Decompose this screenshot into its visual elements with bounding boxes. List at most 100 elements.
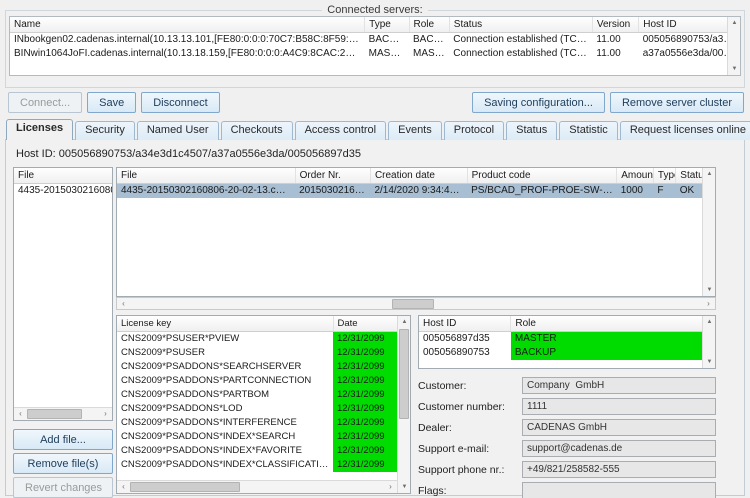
col-product-code[interactable]: Product code: [467, 168, 618, 184]
save-button[interactable]: Save: [87, 92, 137, 113]
license-key-row[interactable]: CNS2009*PSUSER*PVIEW 12/31/2099: [117, 331, 399, 346]
license-key-row[interactable]: CNS2009*PSADDONS*INTERFERENCE 12/31/2099: [117, 415, 399, 430]
scroll-down-icon[interactable]: ▼: [728, 63, 740, 75]
tab[interactable]: Checkouts: [220, 121, 293, 140]
tab[interactable]: Request licenses online: [619, 121, 750, 140]
file-list-item[interactable]: 4435-20150302160806-20-02-13.cnsldb: [14, 184, 112, 198]
saving-configuration-button[interactable]: Saving configuration...: [472, 92, 605, 113]
revert-changes-button[interactable]: Revert changes: [13, 477, 113, 498]
col-host-id[interactable]: Host ID: [419, 316, 512, 332]
scroll-left-icon[interactable]: ‹: [117, 298, 130, 310]
add-file-button[interactable]: Add file...: [13, 429, 113, 450]
license-keys-header-row: License key Date: [117, 316, 400, 332]
scroll-down-icon[interactable]: ▼: [703, 356, 715, 368]
scroll-right-icon[interactable]: ›: [99, 408, 112, 420]
tab[interactable]: Access control: [294, 121, 387, 140]
server-status: Connection established (TCP+UDP): [453, 48, 592, 59]
servers-col-version[interactable]: Version: [592, 17, 640, 33]
detail-row: Support phone nr.:: [418, 461, 716, 478]
host-roles-header-row: Host ID Role: [419, 316, 715, 332]
col-role[interactable]: Role: [510, 316, 715, 332]
license-key-row[interactable]: CNS2009*PSUSER 12/31/2099: [117, 345, 399, 360]
detail-field[interactable]: [522, 377, 716, 394]
host-role-row[interactable]: 005056897d35 MASTER: [419, 331, 715, 346]
scroll-up-icon[interactable]: ▲: [728, 17, 740, 29]
license-key-row[interactable]: CNS2009*PSADDONS*PARTBOM 12/31/2099: [117, 387, 399, 402]
tab[interactable]: Status: [506, 121, 558, 140]
scrollbar-thumb[interactable]: [27, 409, 82, 419]
scroll-right-icon[interactable]: ›: [702, 298, 715, 310]
license-key-row[interactable]: CNS2009*PSADDONS*INDEX*CLASSIFICATION 12…: [117, 457, 399, 472]
servers-col-hostid[interactable]: Host ID: [638, 17, 740, 33]
tab[interactable]: Security: [75, 121, 135, 140]
detail-field[interactable]: [522, 419, 716, 436]
connected-servers-group: Connected servers: Name Type Role Status…: [5, 4, 745, 88]
server-row[interactable]: BINwin1064JoFI.cadenas.internal(10.13.18…: [10, 47, 740, 61]
server-status: Connection established (TCP+UDP): [453, 34, 592, 46]
license-key-row[interactable]: CNS2009*PSADDONS*PARTCONNECTION 12/31/20…: [117, 373, 399, 388]
detail-field[interactable]: [522, 461, 716, 478]
scrollbar-thumb[interactable]: [399, 329, 409, 419]
license-file-row[interactable]: 4435-20150302160806-20-02-13.cnsldb 2015…: [117, 183, 715, 198]
servers-col-type[interactable]: Type: [364, 17, 410, 33]
license-files-vertical-scrollbar[interactable]: ▲ ▼: [702, 168, 715, 296]
license-keys-horizontal-scrollbar[interactable]: ‹ ›: [117, 480, 397, 493]
scroll-up-icon[interactable]: ▲: [703, 316, 715, 328]
col-file[interactable]: File: [117, 168, 296, 184]
col-license-key[interactable]: License key: [117, 316, 334, 332]
connect-button[interactable]: Connect...: [8, 92, 83, 113]
server-name: INbookgen02.cadenas.internal(10.13.13.10…: [14, 34, 365, 46]
servers-col-status[interactable]: Status: [449, 17, 593, 33]
scroll-down-icon[interactable]: ▼: [703, 284, 715, 296]
server-name: BINwin1064JoFI.cadenas.internal(10.13.18…: [14, 48, 365, 59]
scroll-up-icon[interactable]: ▲: [398, 316, 410, 328]
scroll-down-icon[interactable]: ▼: [398, 481, 410, 493]
server-row[interactable]: INbookgen02.cadenas.internal(10.13.13.10…: [10, 33, 740, 47]
server-version: 11.00: [596, 34, 621, 46]
license-key-row[interactable]: CNS2009*PSADDONS*INDEX*SEARCH 12/31/2099: [117, 429, 399, 444]
servers-col-role[interactable]: Role: [409, 17, 450, 33]
servers-vertical-scrollbar[interactable]: ▲ ▼: [727, 17, 740, 75]
license-key-row[interactable]: CNS2009*PSADDONS*LOD 12/31/2099: [117, 401, 399, 416]
cell-license-key: CNS2009*PSADDONS*INDEX*FAVORITE: [121, 445, 302, 456]
remove-file-button[interactable]: Remove file(s): [13, 453, 113, 474]
file-list-horizontal-scrollbar[interactable]: ‹ ›: [14, 407, 112, 420]
license-keys-vertical-scrollbar[interactable]: ▲ ▼: [397, 316, 410, 493]
tab[interactable]: Protocol: [443, 121, 505, 140]
detail-field[interactable]: [522, 398, 716, 415]
scrollbar-thumb[interactable]: [392, 299, 434, 309]
detail-field[interactable]: [522, 440, 716, 457]
license-key-row[interactable]: CNS2009*PSADDONS*INDEX*FAVORITE 12/31/20…: [117, 443, 399, 458]
scroll-left-icon[interactable]: ‹: [117, 481, 130, 493]
license-key-row[interactable]: CNS2009*PSADDONS*SEARCHSERVER 12/31/2099: [117, 359, 399, 374]
col-date[interactable]: Date: [333, 316, 400, 332]
servers-col-name[interactable]: Name: [10, 17, 366, 33]
scroll-right-icon[interactable]: ›: [384, 481, 397, 493]
cell-license-key: CNS2009*PSADDONS*SEARCHSERVER: [121, 361, 302, 372]
tab[interactable]: Licenses: [6, 119, 74, 140]
disconnect-button[interactable]: Disconnect: [141, 92, 220, 113]
col-creation-date[interactable]: Creation date: [370, 168, 468, 184]
col-amount[interactable]: Amount: [616, 168, 654, 184]
file-list-col-file[interactable]: File: [14, 168, 112, 184]
remove-server-cluster-button[interactable]: Remove server cluster: [609, 92, 744, 113]
cell-license-key: CNS2009*PSUSER: [121, 347, 205, 358]
cell-order-nr: 20150302160806: [295, 183, 371, 198]
col-type[interactable]: Type: [653, 168, 677, 184]
detail-field[interactable]: [522, 482, 716, 498]
host-role-row[interactable]: 005056890753 BACKUP: [419, 345, 715, 360]
scroll-left-icon[interactable]: ‹: [14, 408, 27, 420]
cell-amount: 1000: [616, 183, 654, 198]
detail-row: Support e-mail:: [418, 440, 716, 457]
license-files-horizontal-scrollbar[interactable]: ‹ ›: [116, 297, 716, 310]
tab[interactable]: Named User: [136, 121, 219, 140]
tab[interactable]: Statistic: [559, 121, 618, 140]
server-hostid: a37a0556e3da/00505...: [642, 48, 740, 59]
scroll-up-icon[interactable]: ▲: [703, 168, 715, 180]
host-roles-vertical-scrollbar[interactable]: ▲ ▼: [702, 316, 715, 368]
col-order-nr[interactable]: Order Nr.: [295, 168, 371, 184]
tab[interactable]: Events: [388, 121, 442, 140]
server-version: 11.00: [596, 48, 621, 59]
cell-date: 12/31/2099: [333, 429, 399, 444]
scrollbar-thumb[interactable]: [130, 482, 240, 492]
